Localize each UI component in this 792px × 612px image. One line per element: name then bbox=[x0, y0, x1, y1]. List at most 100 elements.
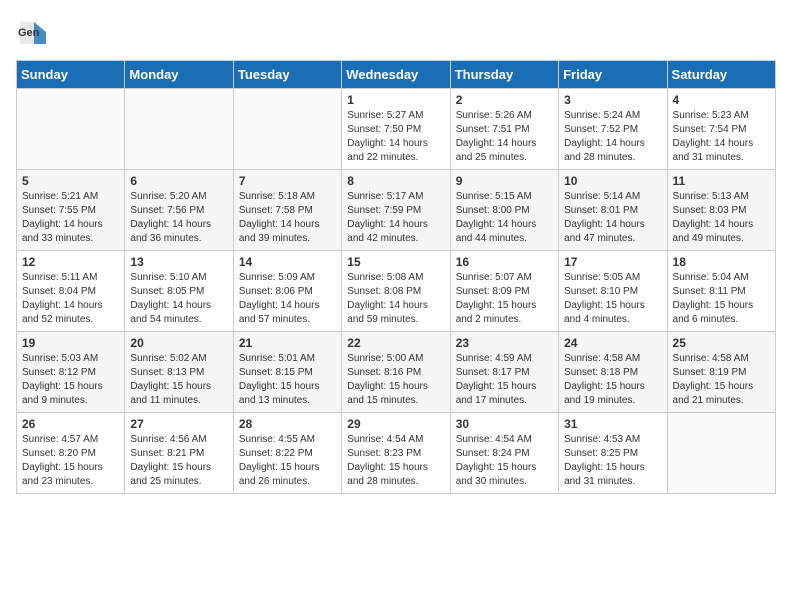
day-info: Sunrise: 5:08 AM Sunset: 8:08 PM Dayligh… bbox=[347, 271, 444, 327]
day-info: Sunrise: 4:56 AM Sunset: 8:21 PM Dayligh… bbox=[130, 433, 227, 489]
calendar-week-row: 26 Sunrise: 4:57 AM Sunset: 8:20 PM Dayli… bbox=[17, 413, 776, 494]
calendar-day-cell: 20 Sunrise: 5:02 AM Sunset: 8:13 PM Dayli… bbox=[125, 332, 233, 413]
day-info: Sunrise: 5:15 AM Sunset: 8:00 PM Dayligh… bbox=[456, 190, 553, 246]
day-info: Sunrise: 5:04 AM Sunset: 8:11 PM Dayligh… bbox=[673, 271, 770, 327]
calendar-day-cell: 12 Sunrise: 5:11 AM Sunset: 8:04 PM Dayli… bbox=[17, 251, 125, 332]
day-number: 21 bbox=[239, 336, 336, 350]
calendar-day-cell: 3 Sunrise: 5:24 AM Sunset: 7:52 PM Daylig… bbox=[559, 89, 667, 170]
weekday-header: Saturday bbox=[667, 61, 775, 89]
day-info: Sunrise: 5:10 AM Sunset: 8:05 PM Dayligh… bbox=[130, 271, 227, 327]
calendar-day-cell: 5 Sunrise: 5:21 AM Sunset: 7:55 PM Daylig… bbox=[17, 170, 125, 251]
day-info: Sunrise: 4:53 AM Sunset: 8:25 PM Dayligh… bbox=[564, 433, 661, 489]
day-number: 20 bbox=[130, 336, 227, 350]
calendar-day-cell: 29 Sunrise: 4:54 AM Sunset: 8:23 PM Dayli… bbox=[342, 413, 450, 494]
calendar-day-cell: 16 Sunrise: 5:07 AM Sunset: 8:09 PM Dayli… bbox=[450, 251, 558, 332]
day-number: 8 bbox=[347, 174, 444, 188]
day-number: 28 bbox=[239, 417, 336, 431]
day-number: 24 bbox=[564, 336, 661, 350]
calendar-day-cell: 22 Sunrise: 5:00 AM Sunset: 8:16 PM Dayli… bbox=[342, 332, 450, 413]
day-info: Sunrise: 5:17 AM Sunset: 7:59 PM Dayligh… bbox=[347, 190, 444, 246]
day-number: 7 bbox=[239, 174, 336, 188]
calendar-day-cell: 6 Sunrise: 5:20 AM Sunset: 7:56 PM Daylig… bbox=[125, 170, 233, 251]
day-number: 15 bbox=[347, 255, 444, 269]
calendar-day-cell bbox=[125, 89, 233, 170]
weekday-header: Thursday bbox=[450, 61, 558, 89]
day-number: 6 bbox=[130, 174, 227, 188]
calendar-day-cell: 11 Sunrise: 5:13 AM Sunset: 8:03 PM Dayli… bbox=[667, 170, 775, 251]
weekday-header: Friday bbox=[559, 61, 667, 89]
weekday-header: Sunday bbox=[17, 61, 125, 89]
calendar-day-cell: 18Sunrise: 5:04 AM Sunset: 8:11 PM Dayli… bbox=[667, 251, 775, 332]
day-number: 14 bbox=[239, 255, 336, 269]
day-number: 11 bbox=[673, 174, 770, 188]
day-info: Sunrise: 5:05 AM Sunset: 8:10 PM Dayligh… bbox=[564, 271, 661, 327]
day-number: 12 bbox=[22, 255, 119, 269]
day-number: 2 bbox=[456, 93, 553, 107]
calendar-day-cell: 26 Sunrise: 4:57 AM Sunset: 8:20 PM Dayli… bbox=[17, 413, 125, 494]
day-info: Sunrise: 5:27 AM Sunset: 7:50 PM Dayligh… bbox=[347, 109, 444, 165]
day-number: 29 bbox=[347, 417, 444, 431]
calendar-day-cell: 15 Sunrise: 5:08 AM Sunset: 8:08 PM Dayli… bbox=[342, 251, 450, 332]
calendar-day-cell: 4 Sunrise: 5:23 AM Sunset: 7:54 PM Daylig… bbox=[667, 89, 775, 170]
logo-icon: Gen bbox=[16, 16, 48, 48]
day-number: 10 bbox=[564, 174, 661, 188]
calendar-day-cell: 31 Sunrise: 4:53 AM Sunset: 8:25 PM Dayli… bbox=[559, 413, 667, 494]
calendar-day-cell: 19 Sunrise: 5:03 AM Sunset: 8:12 PM Dayli… bbox=[17, 332, 125, 413]
day-info: Sunrise: 5:01 AM Sunset: 8:15 PM Dayligh… bbox=[239, 352, 336, 408]
weekday-header: Monday bbox=[125, 61, 233, 89]
day-number: 3 bbox=[564, 93, 661, 107]
day-info: Sunrise: 5:13 AM Sunset: 8:03 PM Dayligh… bbox=[673, 190, 770, 246]
calendar-header-row: SundayMondayTuesdayWednesdayThursdayFrid… bbox=[17, 61, 776, 89]
day-info: Sunrise: 5:21 AM Sunset: 7:55 PM Dayligh… bbox=[22, 190, 119, 246]
day-info: Sunrise: 5:07 AM Sunset: 8:09 PM Dayligh… bbox=[456, 271, 553, 327]
day-number: 1 bbox=[347, 93, 444, 107]
calendar-day-cell: 25Sunrise: 4:58 AM Sunset: 8:19 PM Dayli… bbox=[667, 332, 775, 413]
calendar-week-row: 1 Sunrise: 5:27 AM Sunset: 7:50 PM Daylig… bbox=[17, 89, 776, 170]
day-number: 16 bbox=[456, 255, 553, 269]
day-number: 22 bbox=[347, 336, 444, 350]
day-number: 30 bbox=[456, 417, 553, 431]
day-number: 23 bbox=[456, 336, 553, 350]
day-info: Sunrise: 5:26 AM Sunset: 7:51 PM Dayligh… bbox=[456, 109, 553, 165]
day-info: Sunrise: 5:11 AM Sunset: 8:04 PM Dayligh… bbox=[22, 271, 119, 327]
day-info: Sunrise: 5:23 AM Sunset: 7:54 PM Dayligh… bbox=[673, 109, 770, 165]
day-number: 25 bbox=[673, 336, 770, 350]
day-info: Sunrise: 5:18 AM Sunset: 7:58 PM Dayligh… bbox=[239, 190, 336, 246]
calendar-day-cell: 24Sunrise: 4:58 AM Sunset: 8:18 PM Dayli… bbox=[559, 332, 667, 413]
day-info: Sunrise: 5:09 AM Sunset: 8:06 PM Dayligh… bbox=[239, 271, 336, 327]
day-info: Sunrise: 4:54 AM Sunset: 8:24 PM Dayligh… bbox=[456, 433, 553, 489]
weekday-header: Tuesday bbox=[233, 61, 341, 89]
calendar-day-cell: 9 Sunrise: 5:15 AM Sunset: 8:00 PM Daylig… bbox=[450, 170, 558, 251]
calendar-table: SundayMondayTuesdayWednesdayThursdayFrid… bbox=[16, 60, 776, 494]
day-number: 17 bbox=[564, 255, 661, 269]
calendar-day-cell: 10 Sunrise: 5:14 AM Sunset: 8:01 PM Dayli… bbox=[559, 170, 667, 251]
weekday-header: Wednesday bbox=[342, 61, 450, 89]
calendar-day-cell: 14 Sunrise: 5:09 AM Sunset: 8:06 PM Dayli… bbox=[233, 251, 341, 332]
day-number: 13 bbox=[130, 255, 227, 269]
day-number: 27 bbox=[130, 417, 227, 431]
day-number: 4 bbox=[673, 93, 770, 107]
day-info: Sunrise: 5:24 AM Sunset: 7:52 PM Dayligh… bbox=[564, 109, 661, 165]
day-info: Sunrise: 4:59 AM Sunset: 8:17 PM Dayligh… bbox=[456, 352, 553, 408]
calendar-week-row: 12 Sunrise: 5:11 AM Sunset: 8:04 PM Dayli… bbox=[17, 251, 776, 332]
day-number: 31 bbox=[564, 417, 661, 431]
day-info: Sunrise: 5:02 AM Sunset: 8:13 PM Dayligh… bbox=[130, 352, 227, 408]
day-number: 5 bbox=[22, 174, 119, 188]
calendar-day-cell bbox=[233, 89, 341, 170]
day-info: Sunrise: 4:57 AM Sunset: 8:20 PM Dayligh… bbox=[22, 433, 119, 489]
day-info: Sunrise: 4:54 AM Sunset: 8:23 PM Dayligh… bbox=[347, 433, 444, 489]
day-number: 9 bbox=[456, 174, 553, 188]
calendar-day-cell: 8 Sunrise: 5:17 AM Sunset: 7:59 PM Daylig… bbox=[342, 170, 450, 251]
day-info: Sunrise: 5:00 AM Sunset: 8:16 PM Dayligh… bbox=[347, 352, 444, 408]
day-number: 26 bbox=[22, 417, 119, 431]
calendar-day-cell: 17 Sunrise: 5:05 AM Sunset: 8:10 PM Dayli… bbox=[559, 251, 667, 332]
calendar-day-cell: 27 Sunrise: 4:56 AM Sunset: 8:21 PM Dayli… bbox=[125, 413, 233, 494]
calendar-day-cell bbox=[17, 89, 125, 170]
day-number: 19 bbox=[22, 336, 119, 350]
day-info: Sunrise: 5:20 AM Sunset: 7:56 PM Dayligh… bbox=[130, 190, 227, 246]
day-info: Sunrise: 5:03 AM Sunset: 8:12 PM Dayligh… bbox=[22, 352, 119, 408]
page-header: Gen bbox=[16, 16, 776, 48]
day-info: Sunrise: 5:14 AM Sunset: 8:01 PM Dayligh… bbox=[564, 190, 661, 246]
calendar-day-cell bbox=[667, 413, 775, 494]
svg-text:Gen: Gen bbox=[18, 27, 40, 39]
